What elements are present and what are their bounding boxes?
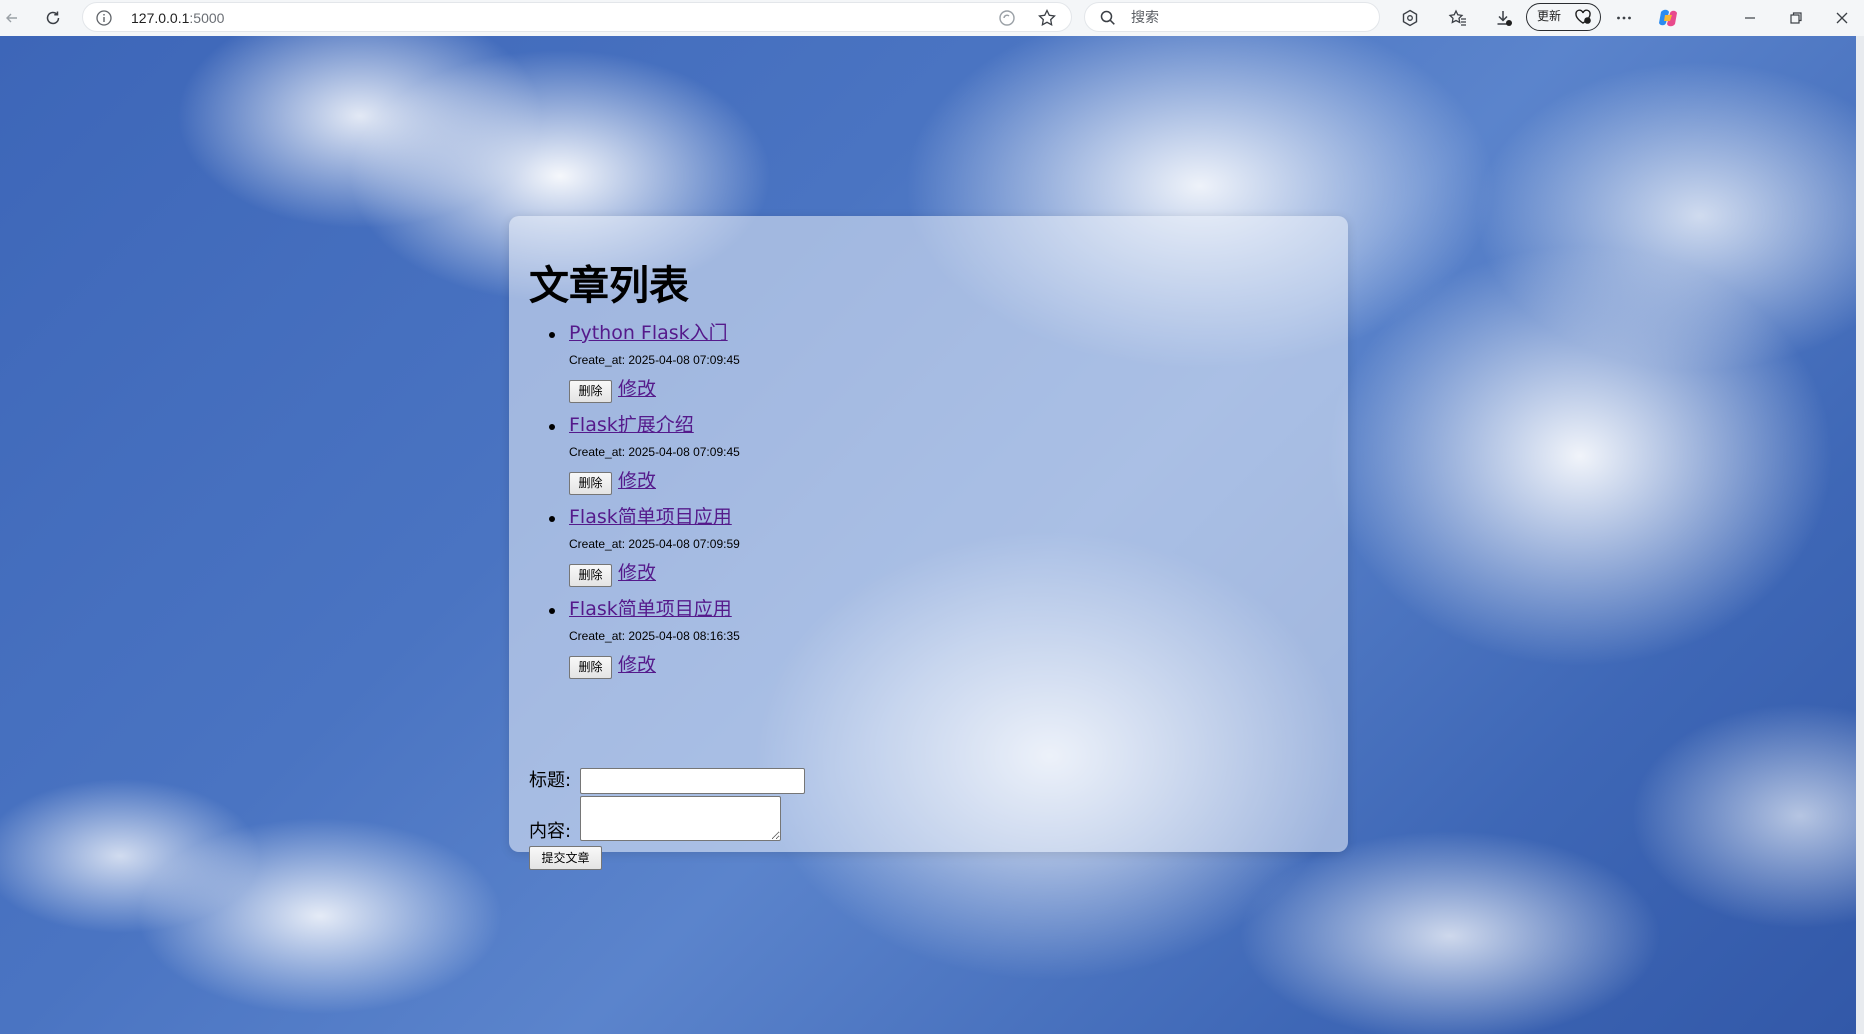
copilot-icon[interactable] [1656, 6, 1680, 30]
minimize-icon[interactable] [1738, 6, 1762, 30]
content-label: 内容: [529, 821, 572, 842]
browser-toolbar: 127.0.0.1:5000 搜索 更新 [0, 0, 1864, 37]
article-item: Flask扩展介绍 Create_at: 2025-04-08 07:09:45… [509, 413, 929, 505]
search-icon [1099, 9, 1117, 27]
delete-button[interactable]: 删除 [569, 472, 612, 495]
browser-window: 127.0.0.1:5000 搜索 更新 文章列表 Python Flask入门… [0, 0, 1864, 1034]
article-title-link[interactable]: Python Flask入门 [569, 321, 728, 345]
content-textarea[interactable] [580, 796, 781, 841]
article-title-link[interactable]: Flask简单项目应用 [569, 597, 732, 621]
list-bullet [549, 516, 555, 522]
favorites-icon[interactable] [1446, 6, 1470, 30]
refresh-icon[interactable] [41, 6, 65, 30]
restore-icon[interactable] [1784, 6, 1808, 30]
more-menu-icon[interactable] [1612, 6, 1636, 30]
downloads-icon[interactable] [1492, 6, 1516, 30]
article-title-link[interactable]: Flask扩展介绍 [569, 413, 694, 437]
list-bullet [549, 332, 555, 338]
article-item: Python Flask入门 Create_at: 2025-04-08 07:… [509, 321, 929, 413]
page-title: 文章列表 [529, 263, 689, 309]
list-bullet [549, 608, 555, 614]
update-button[interactable]: 更新 [1526, 3, 1601, 31]
address-port: :5000 [189, 10, 225, 26]
submit-article-button[interactable]: 提交文章 [529, 846, 602, 870]
edit-link[interactable]: 修改 [618, 561, 656, 585]
delete-button[interactable]: 删除 [569, 656, 612, 679]
title-label: 标题: [529, 770, 572, 791]
extensions-icon[interactable] [1398, 6, 1422, 30]
close-icon[interactable] [1830, 6, 1854, 30]
article-title-link[interactable]: Flask简单项目应用 [569, 505, 732, 529]
article-created-at: Create_at: 2025-04-08 07:09:45 [569, 445, 740, 459]
update-label: 更新 [1537, 9, 1562, 23]
content-card: 文章列表 Python Flask入门 Create_at: 2025-04-0… [509, 216, 1348, 870]
article-created-at: Create_at: 2025-04-08 07:09:59 [569, 537, 740, 551]
address-bar[interactable]: 127.0.0.1:5000 [82, 2, 1072, 32]
search-placeholder: 搜索 [1131, 10, 1159, 26]
delete-button[interactable]: 删除 [569, 380, 612, 403]
favorite-star-icon[interactable] [1037, 8, 1057, 28]
update-heart-icon [1574, 9, 1592, 25]
back-icon[interactable] [0, 6, 24, 30]
search-box[interactable]: 搜索 [1084, 2, 1380, 32]
page-scrollbar[interactable] [1856, 36, 1864, 1034]
article-created-at: Create_at: 2025-04-08 07:09:45 [569, 353, 740, 367]
address-host: 127.0.0.1 [131, 10, 190, 26]
title-input[interactable] [580, 768, 805, 794]
address-text[interactable]: 127.0.0.1:5000 [131, 9, 224, 27]
read-aloud-icon[interactable] [997, 8, 1017, 28]
article-item: Flask简单项目应用 Create_at: 2025-04-08 08:16:… [509, 597, 929, 689]
site-info-icon[interactable] [95, 9, 113, 27]
page-background: 文章列表 Python Flask入门 Create_at: 2025-04-0… [0, 36, 1864, 1034]
article-item: Flask简单项目应用 Create_at: 2025-04-08 07:09:… [509, 505, 929, 597]
article-created-at: Create_at: 2025-04-08 08:16:35 [569, 629, 740, 643]
delete-button[interactable]: 删除 [569, 564, 612, 587]
edit-link[interactable]: 修改 [618, 653, 656, 677]
edit-link[interactable]: 修改 [618, 377, 656, 401]
list-bullet [549, 424, 555, 430]
edit-link[interactable]: 修改 [618, 469, 656, 493]
